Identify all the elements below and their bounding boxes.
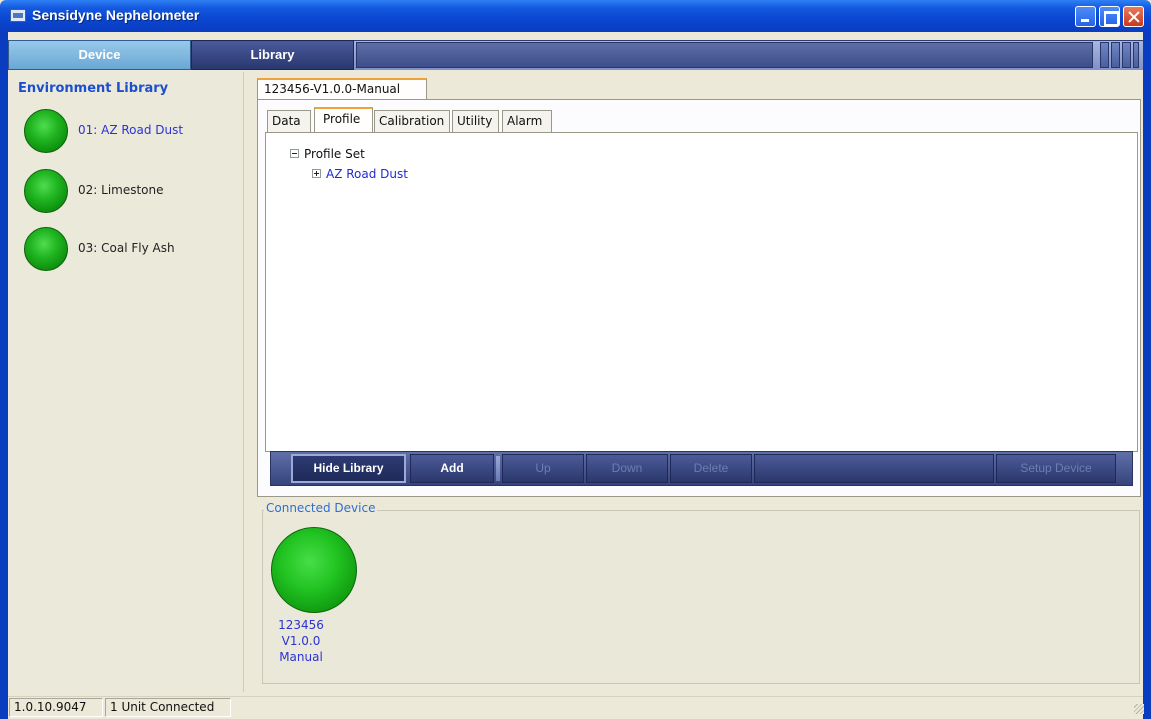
connected-device-group <box>262 510 1140 684</box>
delete-button[interactable]: Delete <box>670 454 752 483</box>
add-button[interactable]: Add <box>410 454 494 483</box>
tab-alarm[interactable]: Alarm <box>502 110 552 132</box>
device-tab[interactable]: 123456-V1.0.0-Manual <box>257 78 427 100</box>
title-bar[interactable]: Sensidyne Nephelometer <box>0 0 1151 32</box>
tree-node-child[interactable]: AZ Road Dust <box>312 167 408 181</box>
maximize-button[interactable] <box>1099 6 1120 27</box>
library-item-label: 01: AZ Road Dust <box>78 123 184 137</box>
tree-node-root[interactable]: Profile Set <box>290 147 365 161</box>
library-title: Environment Library <box>18 81 169 96</box>
hide-library-button[interactable]: Hide Library <box>291 454 406 483</box>
nav-stripe <box>1122 42 1131 68</box>
device-status-icon[interactable] <box>271 527 357 613</box>
tree-node-label: AZ Road Dust <box>326 167 408 181</box>
app-icon <box>10 9 26 22</box>
device-id: 123456 <box>278 618 324 632</box>
device-mode: Manual <box>279 650 323 664</box>
tab-data[interactable]: Data <box>267 110 311 132</box>
nav-stripe <box>1111 42 1120 68</box>
tab-utility[interactable]: Utility <box>452 110 499 132</box>
tree-node-label: Profile Set <box>304 147 365 161</box>
window-frame-right <box>1143 32 1151 719</box>
collapse-icon[interactable] <box>290 149 299 158</box>
minimize-button[interactable] <box>1075 6 1096 27</box>
library-panel <box>8 72 244 692</box>
nav-tab-library[interactable]: Library <box>191 40 354 70</box>
status-ball-icon <box>24 109 68 153</box>
library-item[interactable]: 01: AZ Road Dust <box>24 109 239 153</box>
close-button[interactable] <box>1123 6 1144 27</box>
nav-bar-filler <box>356 42 1093 68</box>
window-frame-left <box>0 32 8 719</box>
toolbar-separator <box>496 456 500 481</box>
app-window: Sensidyne Nephelometer Device Library En… <box>0 0 1151 719</box>
window-title: Sensidyne Nephelometer <box>32 7 200 23</box>
down-button[interactable]: Down <box>586 454 668 483</box>
status-ball-icon <box>24 169 68 213</box>
library-item[interactable]: 02: Limestone <box>24 169 239 213</box>
status-version: 1.0.10.9047 <box>9 698 103 717</box>
nav-tab-device[interactable]: Device <box>8 40 191 70</box>
setup-device-button[interactable]: Setup Device <box>996 454 1116 483</box>
up-button[interactable]: Up <box>502 454 584 483</box>
nav-stripe <box>1133 42 1139 68</box>
status-units: 1 Unit Connected <box>105 698 231 717</box>
library-item[interactable]: 03: Coal Fly Ash <box>24 227 239 271</box>
nav-stripe <box>1100 42 1109 68</box>
resize-grip-icon[interactable] <box>1134 704 1144 714</box>
library-item-label: 02: Limestone <box>78 183 164 197</box>
connected-device-title: Connected Device <box>264 501 378 515</box>
device-version: V1.0.0 <box>281 634 321 648</box>
tab-profile[interactable]: Profile <box>314 107 373 133</box>
library-item-label: 03: Coal Fly Ash <box>78 241 175 255</box>
tab-calibration[interactable]: Calibration <box>374 110 450 132</box>
status-ball-icon <box>24 227 68 271</box>
expand-icon[interactable] <box>312 169 321 178</box>
toolbar-spacer <box>754 454 994 483</box>
